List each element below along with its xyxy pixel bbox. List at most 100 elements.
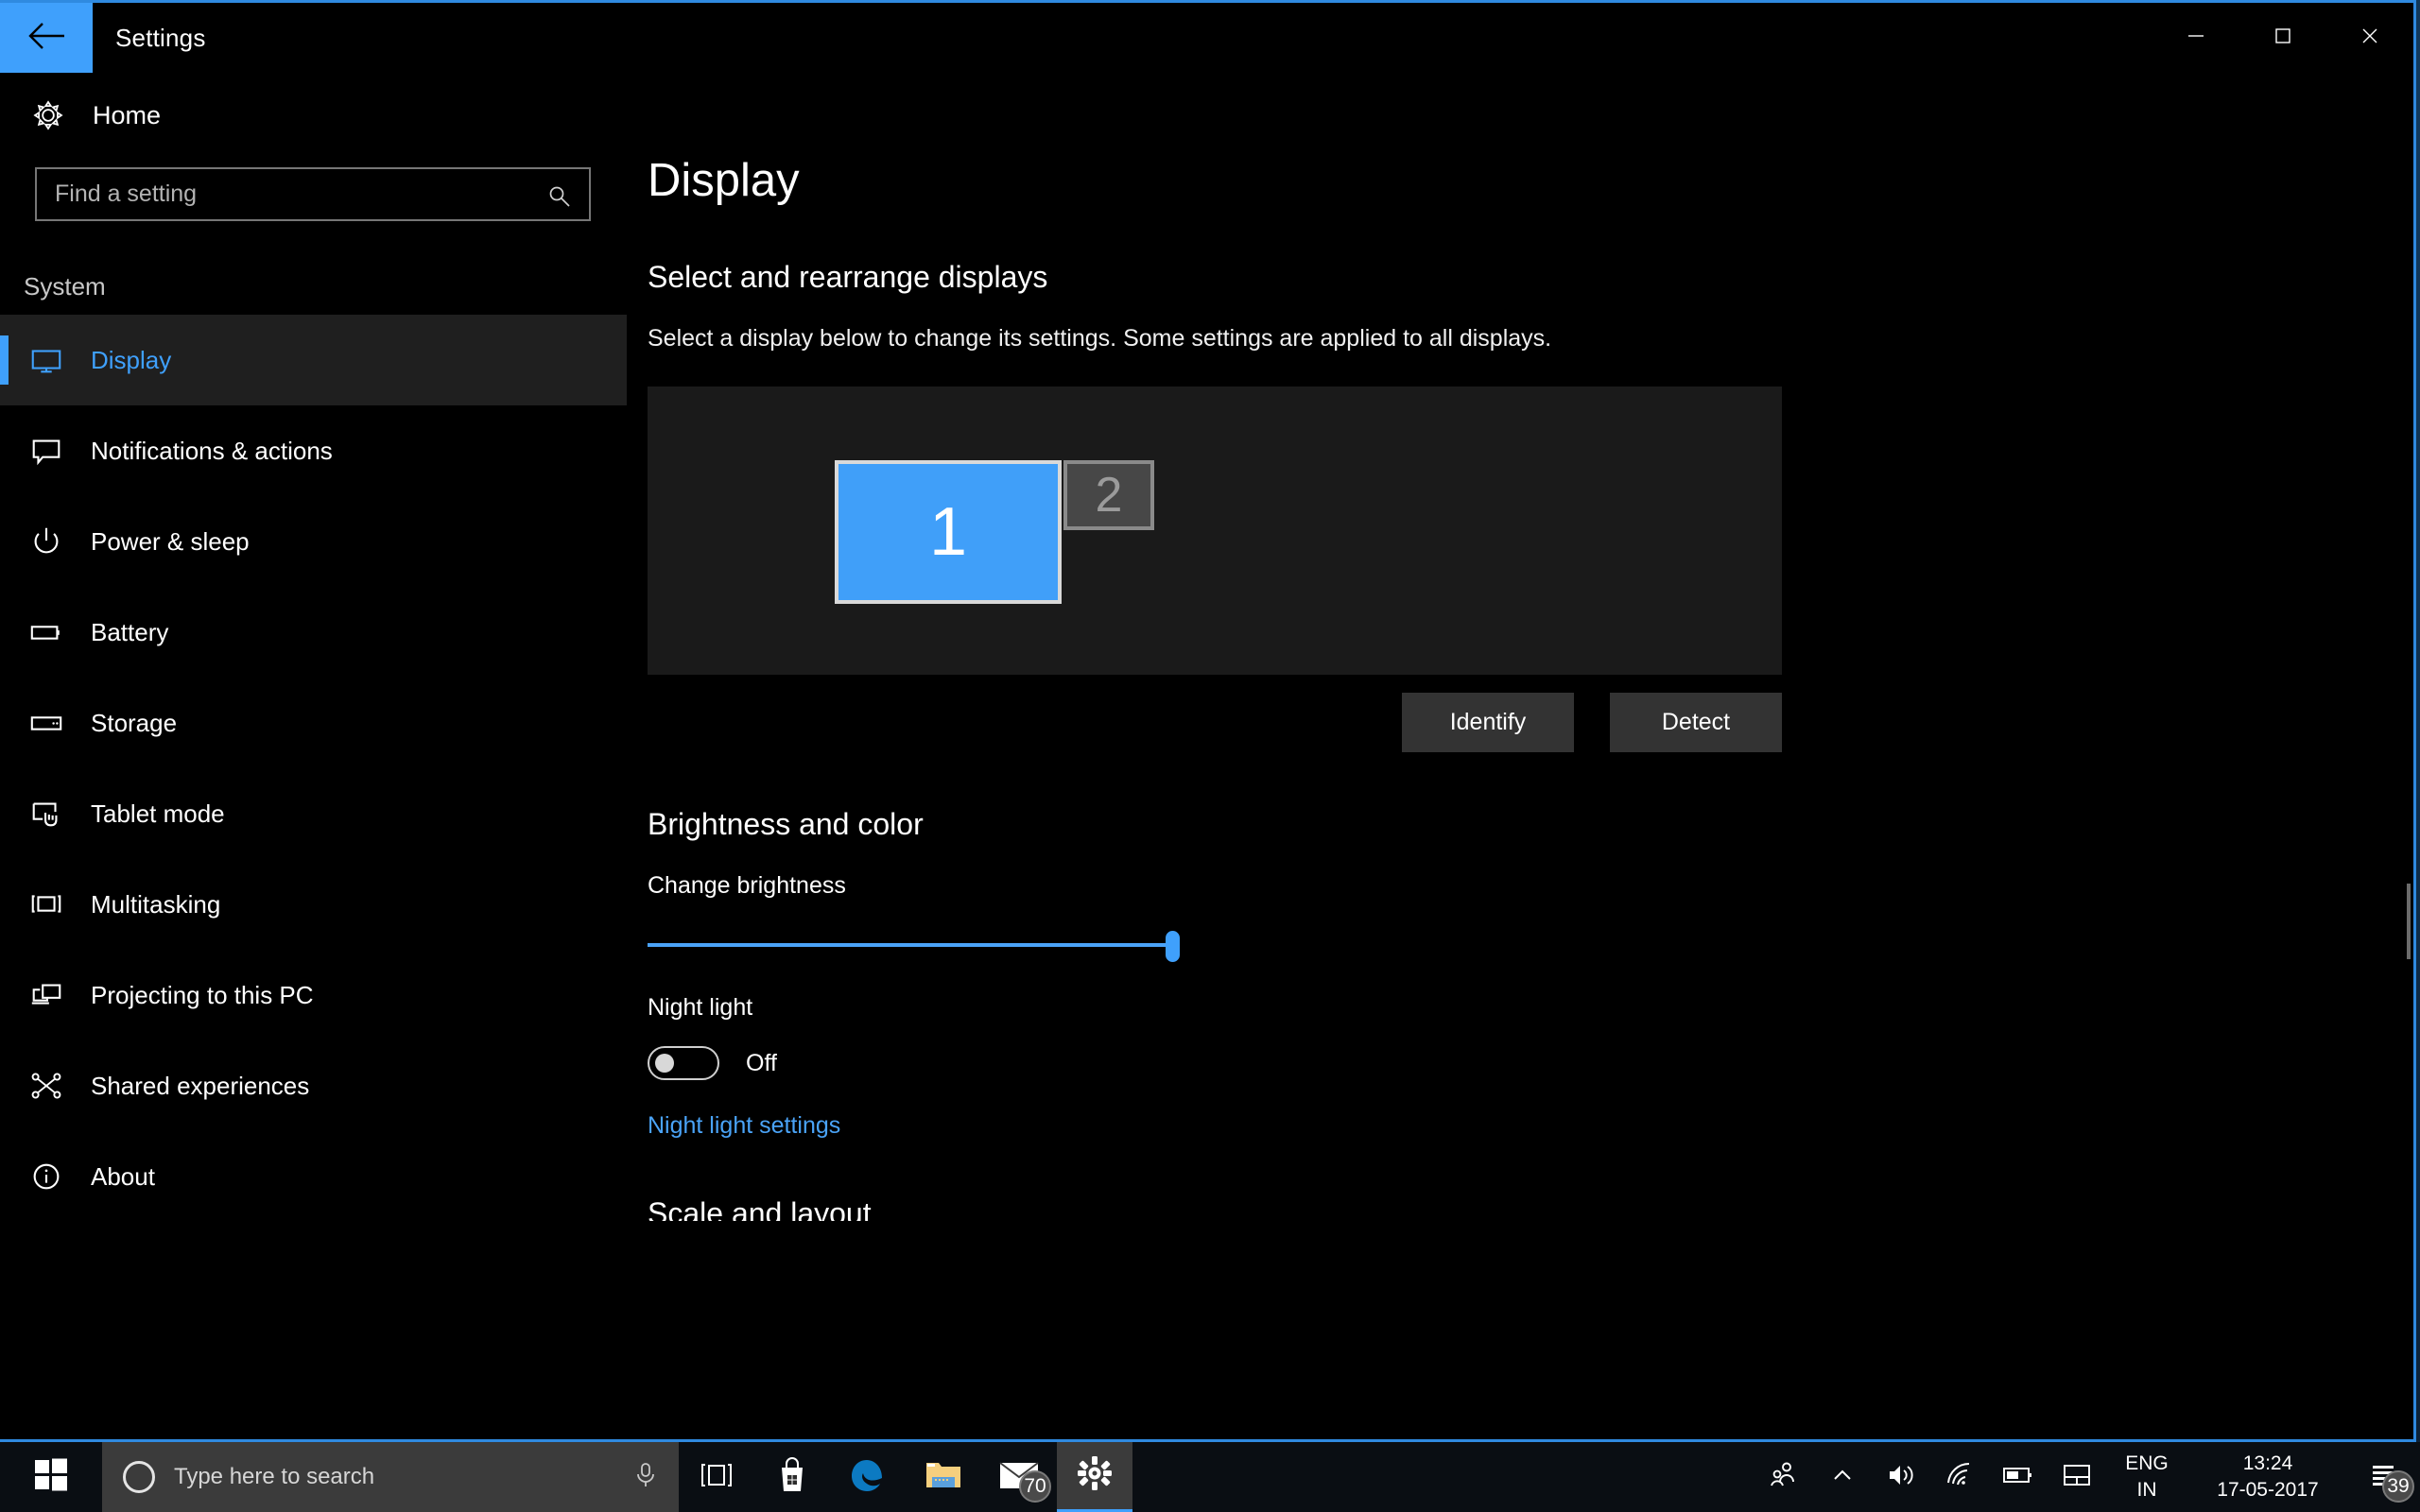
- close-button[interactable]: [2326, 3, 2413, 73]
- tray-touchpad-button[interactable]: [2048, 1442, 2106, 1512]
- sidebar-item-label: Power & sleep: [91, 526, 250, 556]
- section-title-scale-and-layout-partial: Scale and layout: [648, 1196, 872, 1221]
- sidebar-item-label: Display: [91, 345, 172, 374]
- taskbar-search-box[interactable]: Type here to search: [102, 1442, 679, 1512]
- sidebar-item-multitasking[interactable]: Multitasking: [0, 859, 627, 950]
- sidebar-item-tablet-mode[interactable]: Tablet mode: [0, 768, 627, 859]
- night-light-label: Night light: [648, 994, 753, 1021]
- section-title-arrange-displays: Select and rearrange displays: [648, 260, 1048, 294]
- tray-people-icon-button[interactable]: [1754, 1442, 1813, 1512]
- night-light-settings-link[interactable]: Night light settings: [648, 1112, 840, 1140]
- section-title-brightness-color: Brightness and color: [648, 807, 924, 841]
- main-scrollbar-thumb[interactable]: [2407, 884, 2411, 959]
- brightness-slider-thumb[interactable]: [1166, 931, 1180, 962]
- app-title: Settings: [115, 23, 206, 52]
- night-light-state: Off: [746, 1049, 777, 1076]
- tray-clock[interactable]: 13:24 17-05-2017: [2187, 1442, 2348, 1512]
- brightness-slider[interactable]: [648, 926, 1180, 964]
- microphone-icon[interactable]: [633, 1461, 658, 1494]
- main-scrollbar[interactable]: [2404, 73, 2413, 1439]
- night-light-toggle-row: Off: [648, 1046, 2413, 1080]
- page-title: Display: [648, 155, 800, 206]
- battery-icon: [2002, 1465, 2034, 1490]
- window-controls: [2152, 3, 2413, 73]
- search-box[interactable]: [35, 167, 591, 221]
- sidebar-home-label: Home: [93, 100, 162, 129]
- storage-icon: [26, 703, 66, 743]
- system-tray: ENG IN 13:24 17-05-2017 39: [1754, 1442, 2420, 1512]
- display-monitor-1[interactable]: 1: [835, 460, 1062, 604]
- power-icon: [26, 522, 66, 561]
- display-monitor-2-number: 2: [1095, 468, 1123, 523]
- project-screen-icon: [26, 975, 66, 1015]
- sidebar-item-label: Storage: [91, 708, 178, 737]
- tray-language-indicator[interactable]: ENG IN: [2106, 1442, 2187, 1512]
- multitasking-icon: [26, 885, 66, 924]
- arrange-displays-description: Select a display below to change its set…: [648, 325, 1552, 352]
- taskbar-app-file-explorer[interactable]: [906, 1442, 981, 1512]
- gear-icon: [1076, 1454, 1114, 1497]
- sidebar-item-storage[interactable]: Storage: [0, 678, 627, 768]
- maximize-button[interactable]: [2239, 3, 2326, 73]
- share-nodes-icon: [26, 1066, 66, 1106]
- monitor-icon: [26, 340, 66, 380]
- tray-battery-button[interactable]: [1989, 1442, 2048, 1512]
- sidebar-item-label: Tablet mode: [91, 799, 225, 828]
- people-icon: [1769, 1460, 1799, 1495]
- sidebar: Home System: [0, 73, 627, 1439]
- search-container: [0, 145, 627, 221]
- settings-window: Settings Home Find a setting System Disp…: [0, 0, 2416, 1442]
- taskbar-app-mail[interactable]: 70: [981, 1442, 1057, 1512]
- store-bag-icon: [774, 1456, 810, 1499]
- identify-button[interactable]: Identify: [1402, 693, 1574, 752]
- detect-button[interactable]: Detect: [1610, 693, 1782, 752]
- sidebar-item-display[interactable]: Display: [0, 315, 627, 405]
- speaker-icon: [1886, 1461, 1916, 1494]
- taskbar-app-settings[interactable]: [1057, 1442, 1132, 1512]
- clock-time: 13:24: [2242, 1452, 2293, 1474]
- action-center-button[interactable]: 39: [2348, 1442, 2420, 1512]
- minimize-icon: [2186, 26, 2206, 51]
- search-input[interactable]: [37, 169, 528, 219]
- taskbar-search-placeholder: Type here to search: [174, 1464, 375, 1489]
- back-button[interactable]: [0, 3, 93, 73]
- taskbar-app-microsoft-edge[interactable]: [830, 1442, 906, 1512]
- display-arrangement-canvas[interactable]: 1 2: [648, 387, 1782, 675]
- info-icon: [26, 1157, 66, 1196]
- sidebar-item-notifications-actions[interactable]: Notifications & actions: [0, 405, 627, 496]
- sidebar-group-label: System: [24, 272, 106, 301]
- language-primary: ENG: [2125, 1452, 2169, 1474]
- sidebar-item-shared-experiences[interactable]: Shared experiences: [0, 1040, 627, 1131]
- taskbar-app-microsoft-store[interactable]: [754, 1442, 830, 1512]
- night-light-toggle[interactable]: [648, 1046, 719, 1080]
- taskbar-app-task-view[interactable]: [679, 1442, 754, 1512]
- tray-show-hidden-icons-button[interactable]: [1813, 1442, 1872, 1512]
- clock-date: 17-05-2017: [2217, 1479, 2319, 1501]
- sidebar-item-projecting-to-this-pc[interactable]: Projecting to this PC: [0, 950, 627, 1040]
- wifi-icon: [1945, 1462, 1975, 1493]
- search-icon[interactable]: [547, 184, 572, 214]
- main-content: Display Select and rearrange displays Se…: [627, 73, 2413, 1439]
- chevron-up-icon: [1830, 1463, 1855, 1492]
- title-bar: Settings: [0, 3, 2413, 73]
- maximize-icon: [2273, 26, 2293, 51]
- tray-volume-button[interactable]: [1872, 1442, 1930, 1512]
- task-view-icon: [699, 1459, 735, 1496]
- action-center-badge: 39: [2382, 1470, 2414, 1503]
- speech-bubble-icon: [26, 431, 66, 471]
- sidebar-item-home[interactable]: Home: [0, 86, 627, 145]
- tray-network-button[interactable]: [1930, 1442, 1989, 1512]
- start-button[interactable]: [0, 1442, 102, 1512]
- change-brightness-label: Change brightness: [648, 872, 846, 899]
- brightness-slider-track: [648, 943, 1177, 947]
- night-light-toggle-knob: [655, 1054, 674, 1073]
- taskbar: Type here to search 70 ENG IN 13:24 17-0…: [0, 1442, 2420, 1512]
- back-arrow-icon: [26, 20, 66, 57]
- edge-icon: [848, 1455, 888, 1500]
- sidebar-item-power-sleep[interactable]: Power & sleep: [0, 496, 627, 587]
- display-monitor-2[interactable]: 2: [1063, 460, 1154, 530]
- sidebar-item-label: Projecting to this PC: [91, 980, 314, 1009]
- sidebar-item-about[interactable]: About: [0, 1131, 627, 1222]
- sidebar-item-battery[interactable]: Battery: [0, 587, 627, 678]
- minimize-button[interactable]: [2152, 3, 2239, 73]
